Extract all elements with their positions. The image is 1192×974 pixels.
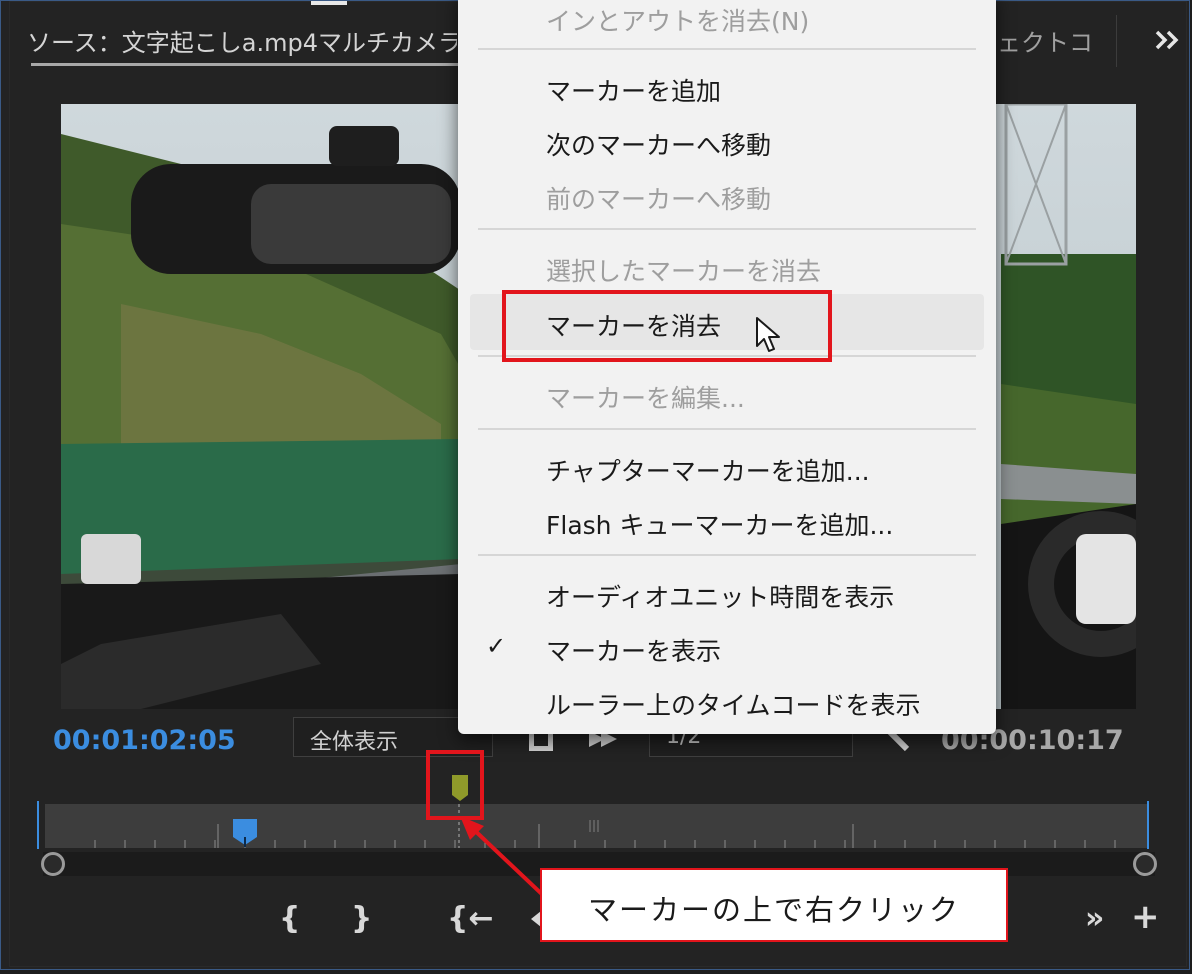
menu-item-next-marker[interactable]: 次のマーカーへ移動 bbox=[546, 126, 771, 162]
menu-separator bbox=[478, 48, 976, 50]
menu-item-show-audio-time-units[interactable]: オーディオユニット時間を表示 bbox=[546, 578, 894, 614]
scrollbar-left-handle[interactable] bbox=[41, 852, 65, 876]
add-button[interactable]: + bbox=[1131, 897, 1160, 937]
menu-item-add-flash-cue-marker[interactable]: Flash キューマーカーを追加... bbox=[546, 506, 893, 542]
in-point-indicator bbox=[37, 801, 39, 849]
menu-item-show-markers[interactable]: マーカーを表示 bbox=[546, 632, 721, 668]
menu-item-add-marker[interactable]: マーカーを追加 bbox=[546, 72, 721, 108]
menu-item-edit-marker[interactable]: マーカーを編集... bbox=[546, 379, 745, 415]
scrollbar-right-handle[interactable] bbox=[1133, 852, 1157, 876]
current-timecode[interactable]: 00:01:02:05 bbox=[53, 725, 236, 756]
callout-text: マーカーの上で右クリック bbox=[587, 893, 960, 927]
menu-item-prev-marker[interactable]: 前のマーカーへ移動 bbox=[546, 180, 771, 216]
menu-item-clear-in-out[interactable]: インとアウトを消去(N) bbox=[546, 2, 809, 38]
active-tab-underline bbox=[31, 63, 461, 66]
menu-item-add-chapter-marker[interactable]: チャプターマーカーを追加... bbox=[546, 452, 870, 488]
menu-separator bbox=[478, 554, 976, 556]
marker-context-menu: インとアウトを消去(N) マーカーを追加 次のマーカーへ移動 前のマーカーへ移動… bbox=[458, 0, 996, 734]
mark-out-button[interactable]: } bbox=[351, 901, 372, 936]
double-chevron-right-icon[interactable] bbox=[1153, 25, 1183, 55]
annotation-callout: マーカーの上で右クリック bbox=[540, 868, 1008, 942]
mark-in-button[interactable]: { bbox=[279, 901, 300, 936]
menu-separator bbox=[478, 428, 976, 430]
out-point-indicator bbox=[1147, 801, 1149, 849]
menu-item-show-ruler-timecode[interactable]: ルーラー上のタイムコードを表示 bbox=[546, 686, 921, 722]
zoom-level-value: 全体表示 bbox=[310, 730, 399, 755]
top-indicator bbox=[311, 1, 347, 5]
playhead-icon[interactable] bbox=[231, 817, 259, 847]
effect-controls-tab[interactable]: ェクトコンテ bbox=[997, 23, 1095, 58]
highlight-box-clear-markers bbox=[502, 290, 832, 362]
checkmark-icon: ✓ bbox=[486, 632, 507, 660]
tab-separator bbox=[1116, 15, 1117, 67]
menu-item-clear-selected-markers[interactable]: 選択したマーカーを消去 bbox=[546, 252, 821, 288]
time-ruler[interactable] bbox=[45, 804, 1147, 848]
source-tab-title[interactable]: ソース：文字起こしa.mp4マルチカメラ bbox=[27, 23, 457, 58]
ruler-ticks bbox=[94, 804, 1116, 848]
overflow-button[interactable]: » bbox=[1085, 901, 1104, 936]
menu-separator bbox=[478, 228, 976, 230]
highlight-box-marker bbox=[426, 750, 484, 820]
